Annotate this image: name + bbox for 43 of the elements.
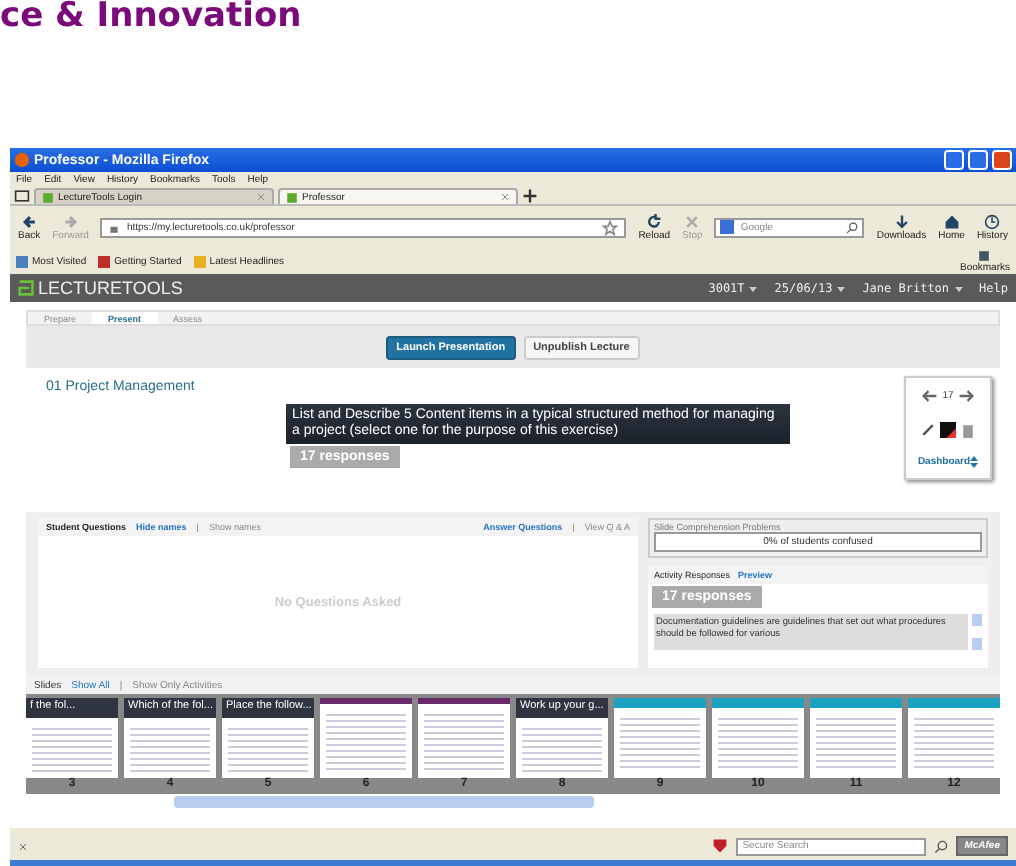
arrow-right-icon	[957, 387, 974, 404]
sort-icon	[970, 456, 979, 469]
pencil-icon	[920, 421, 936, 438]
maximize-button[interactable]	[968, 150, 988, 170]
scrollbar-drawing[interactable]	[972, 614, 982, 650]
bookmark-icon	[98, 255, 111, 267]
close-icon	[256, 192, 266, 202]
slide-thumbnail[interactable]	[320, 698, 412, 778]
page-icon	[286, 191, 298, 203]
arrow-left-icon	[21, 213, 38, 229]
reload-icon	[646, 213, 663, 229]
bookmarks-icon	[978, 249, 991, 261]
slide-thumbnail[interactable]	[810, 698, 902, 778]
slide-thumbnail[interactable]	[614, 698, 706, 778]
bookmark-icon	[193, 255, 206, 267]
clock-icon	[984, 213, 1001, 229]
close-button[interactable]	[992, 150, 1012, 170]
arrow-left-icon	[922, 387, 939, 404]
page-icon	[42, 191, 54, 203]
close-icon	[684, 213, 701, 229]
home-icon	[943, 213, 960, 229]
minimize-button[interactable]	[944, 150, 964, 170]
arrow-right-icon	[62, 213, 79, 229]
firefox-icon	[14, 152, 30, 168]
download-icon	[893, 213, 910, 229]
caret-icon	[748, 283, 759, 293]
search-icon	[934, 839, 949, 853]
close-icon	[500, 192, 510, 202]
slide-thumbnail[interactable]	[908, 698, 1000, 778]
plus-icon	[522, 188, 538, 204]
shield-icon	[712, 838, 729, 854]
close-icon	[18, 841, 28, 851]
star-icon	[602, 219, 619, 235]
caret-icon	[953, 283, 964, 293]
slide-thumbnail[interactable]	[418, 698, 510, 778]
color-swatch-icon	[940, 421, 956, 438]
caret-icon	[836, 283, 847, 293]
slide-thumbnail[interactable]	[712, 698, 804, 778]
app-logo: LECTURETOOLS	[18, 278, 693, 298]
search-icon	[846, 221, 859, 233]
slide-heading: ce & Innovation	[0, 0, 304, 40]
tab-list-icon	[14, 188, 30, 204]
bookmark-icon	[16, 255, 28, 267]
